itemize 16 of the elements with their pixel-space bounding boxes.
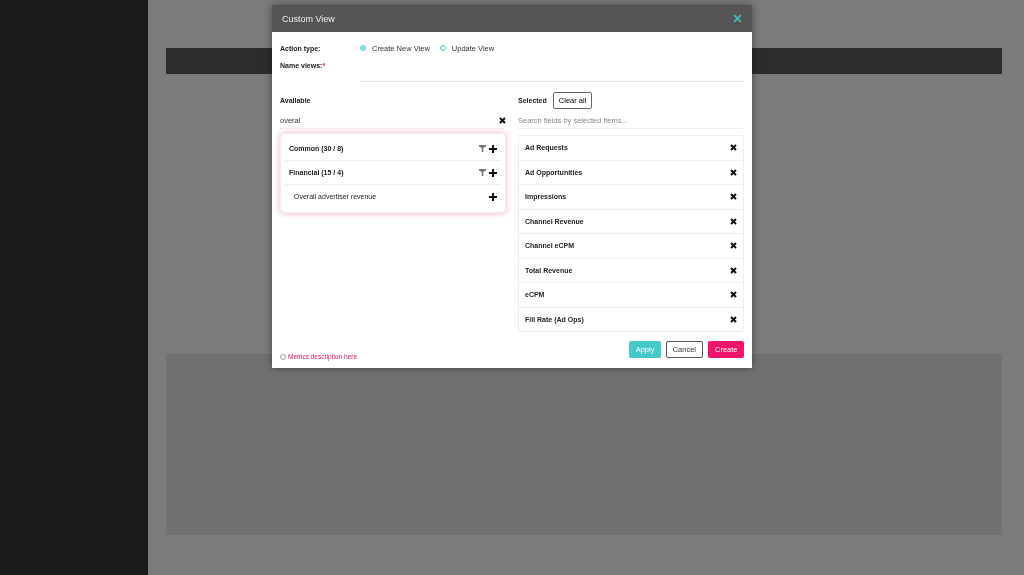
remove-icon[interactable] [730,193,737,201]
remove-icon[interactable] [730,315,737,323]
remove-icon[interactable] [730,266,737,274]
remove-icon[interactable] [730,168,737,176]
filter-icon[interactable] [479,145,486,152]
plus-icon[interactable] [489,144,497,153]
remove-icon[interactable] [730,291,737,299]
clear-icon[interactable] [499,116,506,124]
filter-icon[interactable] [479,169,486,176]
plus-icon[interactable] [489,168,497,177]
remove-icon[interactable] [730,144,737,152]
remove-icon[interactable] [730,217,737,225]
remove-icon[interactable] [730,242,737,250]
dialog-title: Custom View [282,13,335,24]
plus-icon[interactable] [489,192,497,201]
close-icon[interactable] [733,14,742,23]
